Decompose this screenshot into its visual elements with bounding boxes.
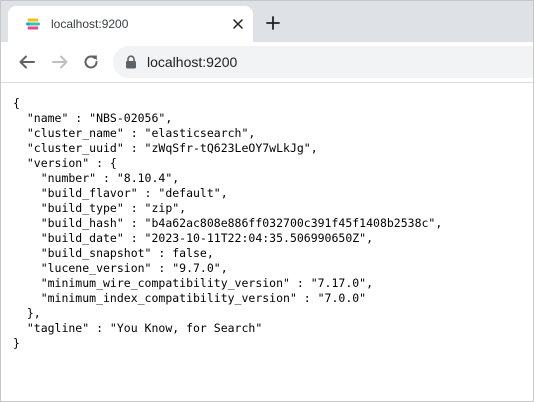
tab-title: localhost:9200 [51, 17, 129, 31]
forward-arrow-icon[interactable] [49, 51, 71, 73]
json-line: "name" : "NBS-02056", [13, 111, 173, 125]
reload-icon[interactable] [80, 51, 102, 73]
json-line: { [13, 96, 20, 110]
json-line: "lucene_version" : "9.7.0", [13, 261, 228, 275]
address-bar[interactable]: localhost:9200 [113, 46, 533, 78]
json-line: "build_flavor" : "default", [13, 186, 228, 200]
json-line: } [13, 336, 20, 350]
json-line: }, [13, 306, 41, 320]
json-line: "build_hash" : "b4a62ac808e886ff032700c3… [13, 216, 443, 230]
url-text: localhost:9200 [147, 54, 238, 70]
browser-window: localhost:9200 localhost:9200 {"name":… [0, 0, 534, 402]
json-line: "minimum_wire_compatibility_version" : "… [13, 276, 374, 290]
json-line: "number" : "8.10.4", [13, 171, 180, 185]
elasticsearch-logo-icon [25, 16, 41, 32]
tab-strip: localhost:9200 [1, 1, 533, 42]
json-line: "cluster_name" : "elasticsearch", [13, 126, 256, 140]
browser-tab[interactable]: localhost:9200 [8, 6, 253, 42]
back-arrow-icon[interactable] [16, 51, 38, 73]
json-response: { "name" : "NBS-02056", "cluster_name" :… [13, 96, 529, 351]
plus-icon[interactable] [263, 13, 283, 33]
json-line: "cluster_uuid" : "zWqSfr-tQ623LeOY7wLkJg… [13, 141, 318, 155]
json-line: "build_snapshot" : false, [13, 246, 214, 260]
json-line: "tagline" : "You Know, for Search" [13, 321, 263, 335]
json-line: "build_date" : "2023-10-11T22:04:35.5069… [13, 231, 374, 245]
json-line: "minimum_index_compatibility_version" : … [13, 291, 367, 305]
close-icon[interactable] [230, 16, 246, 32]
json-line: "build_type" : "zip", [13, 201, 187, 215]
browser-toolbar: localhost:9200 [1, 42, 533, 83]
lock-icon[interactable] [125, 55, 137, 69]
json-line: "version" : { [13, 156, 117, 170]
